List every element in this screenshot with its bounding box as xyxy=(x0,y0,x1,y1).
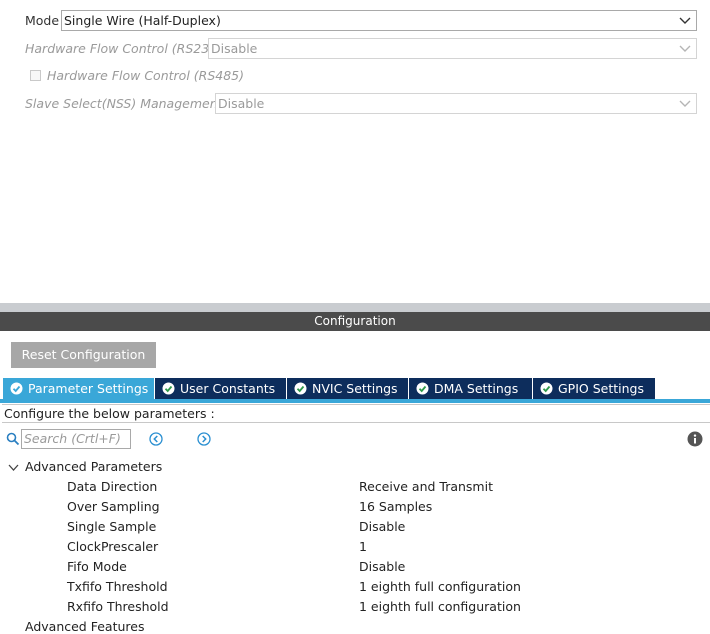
mode-select[interactable]: Single Wire (Half-Duplex) xyxy=(61,10,697,31)
tab-dma-settings[interactable]: DMA Settings xyxy=(409,378,533,399)
check-circle-icon xyxy=(10,382,23,395)
param-value[interactable]: Receive and Transmit xyxy=(359,479,493,494)
info-icon[interactable] xyxy=(687,431,703,447)
tab-label: GPIO Settings xyxy=(558,381,644,396)
tab-label: DMA Settings xyxy=(434,381,519,396)
hw-flow-rs232-value: Disable xyxy=(211,41,258,56)
advanced-features-group[interactable]: Advanced Features xyxy=(25,619,144,634)
previous-icon[interactable] xyxy=(149,432,163,446)
slave-select-value: Disable xyxy=(218,96,265,111)
chevron-down-icon[interactable] xyxy=(8,462,19,473)
configuration-title: Configuration xyxy=(314,314,396,328)
param-value[interactable]: 16 Samples xyxy=(359,499,432,514)
next-icon[interactable] xyxy=(197,432,211,446)
param-name: Data Direction xyxy=(67,479,158,494)
param-name: Fifo Mode xyxy=(67,559,127,574)
param-value[interactable]: Disable xyxy=(359,519,405,534)
param-name: Over Sampling xyxy=(67,499,160,514)
advanced-parameters-group[interactable]: Advanced Parameters xyxy=(25,459,162,474)
configuration-header: Configuration xyxy=(0,312,710,331)
hw-flow-rs485-label: Hardware Flow Control (RS485) xyxy=(47,68,244,83)
search-input[interactable]: Search (Crtl+F) xyxy=(21,429,131,449)
check-circle-icon xyxy=(540,382,553,395)
check-circle-icon xyxy=(294,382,307,395)
slave-select-select[interactable]: Disable xyxy=(215,93,697,114)
mode-label: Mode xyxy=(25,13,60,28)
hw-flow-rs232-select[interactable]: Disable xyxy=(208,38,697,59)
hw-flow-rs232-label: Hardware Flow Control (RS232) xyxy=(25,41,222,56)
chevron-down-icon xyxy=(679,45,691,52)
reset-configuration-button[interactable]: Reset Configuration xyxy=(11,342,156,368)
chevron-down-icon xyxy=(679,100,691,107)
param-value[interactable]: 1 xyxy=(359,539,367,554)
panel-splitter[interactable] xyxy=(0,303,710,312)
slave-select-label: Slave Select(NSS) Management xyxy=(25,96,223,111)
hw-flow-rs485-checkbox[interactable] xyxy=(30,70,41,81)
param-value[interactable]: 1 eighth full configuration xyxy=(359,599,521,614)
param-name: Txfifo Threshold xyxy=(67,579,168,594)
param-value[interactable]: 1 eighth full configuration xyxy=(359,579,521,594)
chevron-down-icon xyxy=(679,17,691,24)
param-name: Rxfifo Threshold xyxy=(67,599,169,614)
tab-label: User Constants xyxy=(180,381,276,396)
configure-description: Configure the below parameters : xyxy=(2,404,710,423)
param-name: ClockPrescaler xyxy=(67,539,159,554)
tab-label: NVIC Settings xyxy=(312,381,398,396)
check-circle-icon xyxy=(162,382,175,395)
param-name: Single Sample xyxy=(67,519,157,534)
tab-user-constants[interactable]: User Constants xyxy=(155,378,287,399)
search-icon xyxy=(6,432,20,446)
mode-select-value: Single Wire (Half-Duplex) xyxy=(64,13,221,28)
tab-parameter-settings[interactable]: Parameter Settings xyxy=(3,378,155,399)
tab-nvic-settings[interactable]: NVIC Settings xyxy=(287,378,409,399)
tab-gpio-settings[interactable]: GPIO Settings xyxy=(533,378,656,399)
check-circle-icon xyxy=(416,382,429,395)
tab-label: Parameter Settings xyxy=(28,381,149,396)
tab-underline xyxy=(0,399,710,403)
param-value[interactable]: Disable xyxy=(359,559,405,574)
